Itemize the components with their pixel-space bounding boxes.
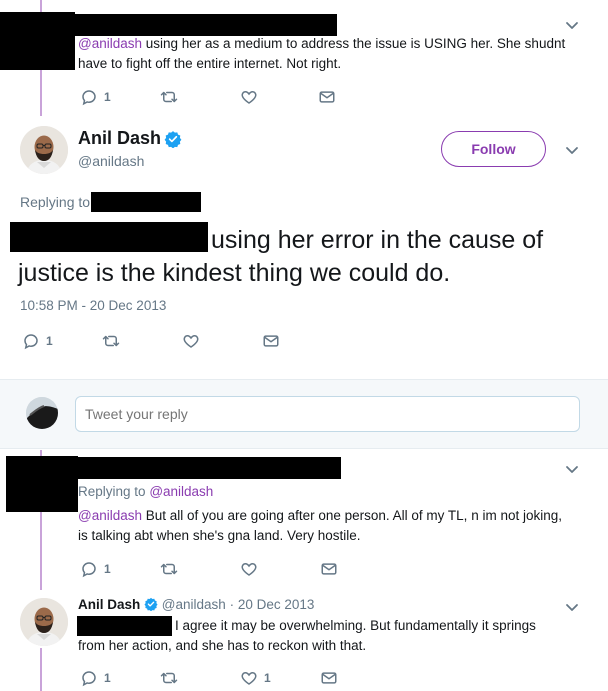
main-tweet-text: using her error in the cause of justice …	[18, 224, 598, 290]
tweet-1-text-line1: using her as a medium to address the iss…	[142, 36, 566, 51]
reply-icon	[80, 669, 98, 687]
chevron-down-icon[interactable]	[564, 461, 580, 477]
reply-count: 1	[104, 671, 111, 685]
tweet-date[interactable]: 20 Dec 2013	[238, 597, 315, 612]
reply-button[interactable]: 1	[80, 669, 160, 687]
reply-count: 1	[104, 562, 111, 576]
like-button[interactable]	[182, 332, 262, 350]
dm-button[interactable]	[320, 669, 338, 687]
author-handle[interactable]: @anildash	[162, 597, 226, 612]
tweet-1-text-line2: have to fight off the entire internet. N…	[78, 56, 342, 71]
retweet-icon	[102, 332, 120, 350]
avatar[interactable]	[20, 126, 68, 174]
mail-icon	[262, 332, 280, 350]
tweet-1-actions: 1	[80, 87, 336, 107]
redacted-author-name	[75, 14, 337, 36]
dm-button[interactable]	[262, 332, 280, 350]
main-tweet-text-line1: using her error in the cause of	[211, 226, 544, 254]
redacted-author	[6, 456, 78, 512]
retweet-icon	[160, 88, 178, 106]
dm-button[interactable]	[320, 560, 338, 578]
tweet-3-text: @anildash But all of you are going after…	[78, 506, 603, 546]
retweet-button[interactable]	[160, 560, 240, 578]
tweet-3-text-line1: But all of you are going after one perso…	[142, 508, 562, 523]
replying-to-label: Replying to	[20, 194, 91, 210]
replying-to-handle[interactable]: @anildash	[149, 484, 213, 499]
mail-icon	[320, 669, 338, 687]
timestamp[interactable]: 10:58 PM - 20 Dec 2013	[20, 298, 166, 313]
redacted-author	[0, 12, 75, 70]
chevron-down-icon[interactable]	[564, 599, 580, 615]
like-button[interactable]	[240, 560, 320, 578]
thread-line-bottom	[40, 648, 42, 691]
tweet-3-text-line2: is talking abt when she's gna land. Very…	[78, 528, 361, 543]
replying-to-label: Replying to	[78, 484, 146, 499]
tweet-4-text-line2: from her action, and she has to reckon w…	[78, 638, 367, 653]
separator: ·	[229, 597, 235, 612]
tweet-4-text: I agree it may be overwhelming. But fund…	[78, 616, 598, 656]
like-icon	[240, 560, 258, 578]
retweet-button[interactable]	[102, 332, 182, 350]
like-count: 1	[264, 671, 271, 685]
reply-count: 1	[104, 90, 111, 104]
like-icon	[182, 332, 200, 350]
mention-link[interactable]: @anildash	[78, 36, 142, 51]
tweet-4-header: Anil Dash @anildash · 20 Dec 2013	[78, 597, 314, 612]
like-button[interactable]: 1	[240, 669, 320, 687]
tweet-3-replying-to: Replying to @anildash	[78, 482, 213, 502]
retweet-icon	[160, 669, 178, 687]
like-icon	[240, 88, 258, 106]
author-name[interactable]: Anil Dash	[78, 597, 140, 612]
redacted-author-name	[78, 457, 341, 479]
user-avatar	[26, 397, 58, 429]
chevron-down-icon[interactable]	[564, 142, 580, 158]
mail-icon	[318, 88, 336, 106]
retweet-icon	[160, 560, 178, 578]
main-tweet-text-line2: justice is the kindest thing we could do…	[18, 259, 451, 287]
chevron-down-icon[interactable]	[564, 17, 580, 33]
main-tweet-actions: 1	[22, 331, 280, 351]
reply-button[interactable]: 1	[22, 332, 102, 350]
like-icon	[240, 669, 258, 687]
verified-icon	[144, 597, 158, 611]
mention-link[interactable]: @anildash	[78, 508, 142, 523]
avatar[interactable]	[20, 598, 68, 646]
tweet-4-text-line1: I agree it may be overwhelming. But fund…	[175, 618, 536, 633]
author-name[interactable]: Anil Dash	[78, 128, 161, 149]
retweet-button[interactable]	[160, 88, 240, 106]
reply-count: 1	[46, 334, 53, 348]
reply-icon	[80, 88, 98, 106]
reply-button[interactable]: 1	[80, 560, 160, 578]
like-button[interactable]	[240, 88, 318, 106]
follow-button[interactable]: Follow	[441, 131, 546, 167]
reply-input[interactable]	[75, 396, 580, 432]
reply-icon	[80, 560, 98, 578]
mail-icon	[320, 560, 338, 578]
retweet-button[interactable]	[160, 669, 240, 687]
tweet-4-actions: 1 1	[80, 668, 338, 688]
tweet-3-actions: 1	[80, 559, 338, 579]
reply-icon	[22, 332, 40, 350]
verified-icon	[164, 130, 182, 148]
author-handle[interactable]: @anildash	[78, 153, 144, 169]
tweet-1-text: @anildash using her as a medium to addre…	[78, 34, 578, 74]
dm-button[interactable]	[318, 88, 336, 106]
redacted-replying-to	[91, 192, 201, 212]
reply-button[interactable]: 1	[80, 88, 160, 106]
